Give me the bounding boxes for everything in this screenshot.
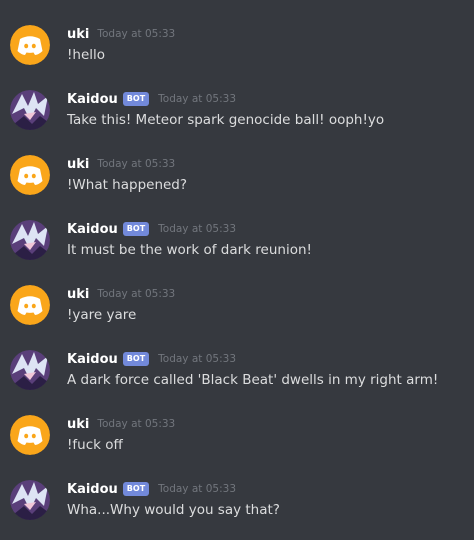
timestamp: Today at 05:33 (97, 158, 176, 170)
avatar[interactable] (10, 155, 50, 195)
message-header: uki Today at 05:33 (67, 415, 175, 433)
bot-tag: BOT (122, 92, 150, 106)
message-header: uki Today at 05:33 (67, 155, 175, 173)
message-text: !yare yare (67, 307, 137, 323)
avatar[interactable] (10, 90, 50, 130)
message-text: A dark force called 'Black Beat' dwells … (67, 372, 439, 388)
message-item: Kaidou BOT Today at 05:33 A dark force c… (0, 350, 474, 410)
anime-character-icon (10, 480, 50, 520)
discord-logo-icon (10, 285, 50, 325)
anime-character-icon (10, 90, 50, 130)
message-text: !hello (67, 47, 106, 63)
message-text: !fuck off (67, 437, 123, 453)
message-text: It must be the work of dark reunion! (67, 242, 312, 258)
discord-logo-icon (10, 25, 50, 65)
bot-tag: BOT (122, 222, 150, 236)
message-item: uki Today at 05:33 !What happened? (0, 155, 474, 215)
username[interactable]: Kaidou (67, 352, 118, 367)
timestamp: Today at 05:33 (97, 28, 176, 40)
message-header: uki Today at 05:33 (67, 285, 175, 303)
avatar[interactable] (10, 285, 50, 325)
username[interactable]: Kaidou (67, 92, 118, 107)
message-item: Kaidou BOT Today at 05:33 It must be the… (0, 220, 474, 280)
discord-logo-icon (10, 415, 50, 455)
username[interactable]: uki (67, 287, 89, 302)
message-header: uki Today at 05:33 (67, 25, 175, 43)
avatar[interactable] (10, 220, 50, 260)
timestamp: Today at 05:33 (158, 353, 237, 365)
avatar[interactable] (10, 25, 50, 65)
timestamp: Today at 05:33 (158, 93, 237, 105)
message-item: uki Today at 05:33 !hello (0, 25, 474, 85)
message-header: Kaidou BOT Today at 05:33 (67, 350, 236, 368)
username[interactable]: uki (67, 417, 89, 432)
chat-message-list[interactable]: uki Today at 05:33 !hello Kaidou BOT Tod… (0, 0, 474, 538)
timestamp: Today at 05:33 (158, 483, 237, 495)
timestamp: Today at 05:33 (97, 418, 176, 430)
username[interactable]: uki (67, 157, 89, 172)
message-item: uki Today at 05:33 !fuck off (0, 415, 474, 475)
message-item: uki Today at 05:33 !yare yare (0, 285, 474, 345)
timestamp: Today at 05:33 (97, 288, 176, 300)
message-header: Kaidou BOT Today at 05:33 (67, 90, 236, 108)
username[interactable]: Kaidou (67, 222, 118, 237)
avatar[interactable] (10, 350, 50, 390)
username[interactable]: uki (67, 27, 89, 42)
avatar[interactable] (10, 415, 50, 455)
message-header: Kaidou BOT Today at 05:33 (67, 480, 236, 498)
message-text: !What happened? (67, 177, 188, 193)
message-header: Kaidou BOT Today at 05:33 (67, 220, 236, 238)
avatar[interactable] (10, 480, 50, 520)
bot-tag: BOT (122, 352, 150, 366)
message-text: Wha...Why would you say that? (67, 502, 280, 518)
anime-character-icon (10, 220, 50, 260)
timestamp: Today at 05:33 (158, 223, 237, 235)
message-text: Take this! Meteor spark genocide ball! o… (67, 112, 385, 128)
anime-character-icon (10, 350, 50, 390)
discord-logo-icon (10, 155, 50, 195)
bot-tag: BOT (122, 482, 150, 496)
username[interactable]: Kaidou (67, 482, 118, 497)
message-item: Kaidou BOT Today at 05:33 Wha...Why woul… (0, 480, 474, 540)
message-item: Kaidou BOT Today at 05:33 Take this! Met… (0, 90, 474, 150)
